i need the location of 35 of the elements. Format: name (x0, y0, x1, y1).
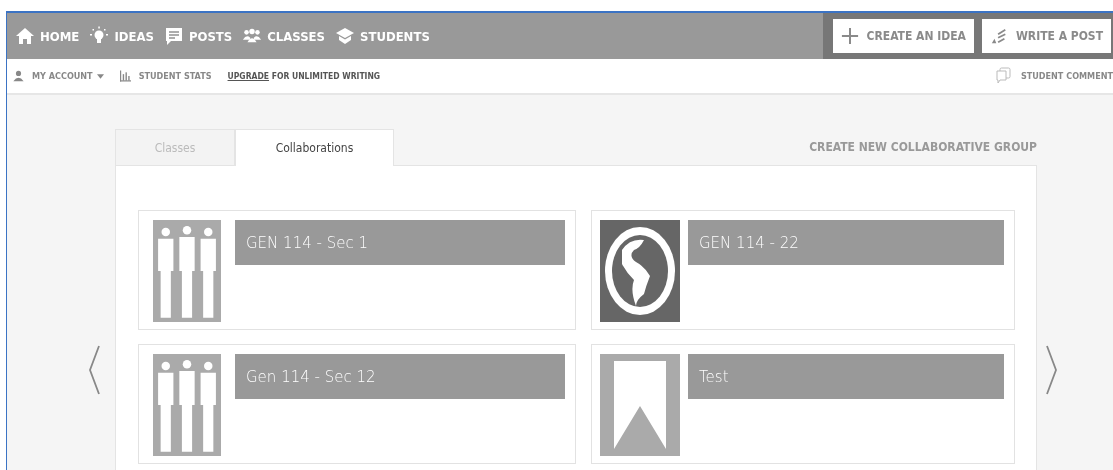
student-stats-link[interactable]: STUDENT STATS (138, 71, 212, 81)
group-card[interactable]: Gen 114 - Sec 12 (138, 344, 576, 464)
lightbulb-icon (89, 26, 110, 46)
pen-icon (989, 27, 1008, 45)
nav-link[interactable]: CLASSES (242, 26, 325, 46)
globe-icon (600, 220, 680, 322)
plus-icon (840, 27, 859, 45)
upgrade-text: FOR UNLIMITED WRITING (271, 71, 381, 81)
nav-link[interactable]: STUDENTS (335, 26, 430, 46)
group-title: Gen 114 - Sec 12 (235, 354, 565, 399)
bookmark-icon (600, 354, 680, 456)
student-comments-link[interactable]: STUDENT COMMENT (1020, 71, 1113, 81)
nav-link[interactable]: POSTS (163, 26, 233, 46)
comments-icon (994, 67, 1011, 85)
group-card[interactable]: GEN 114 - Sec 1 (138, 210, 576, 330)
nav-link[interactable]: IDEAS (89, 26, 154, 46)
group-card[interactable]: Test (591, 344, 1015, 464)
home-icon (15, 26, 35, 46)
group-card[interactable]: GEN 114 - 22 (591, 210, 1015, 330)
account-menu[interactable]: MY ACCOUNT (32, 71, 104, 81)
nav-link[interactable]: HOME (15, 26, 80, 46)
post-icon (163, 26, 184, 46)
tab[interactable]: Classes (115, 129, 235, 165)
bar-chart-icon (119, 70, 131, 82)
tab[interactable]: Collaborations (235, 129, 394, 166)
group-title: GEN 114 - 22 (688, 220, 1004, 265)
caret-icon (96, 73, 104, 79)
upgrade-link[interactable]: UPGRADE (227, 71, 270, 81)
graduation-cap-icon (335, 26, 355, 46)
create-group-link[interactable]: CREATE NEW COLLABORATIVE GROUP (809, 140, 1037, 154)
action-button[interactable]: CREATE AN IDEA (832, 19, 974, 53)
group-title: Test (688, 354, 1004, 399)
action-button[interactable]: WRITE A POST (981, 19, 1111, 53)
user-icon (13, 70, 24, 82)
group-title: GEN 114 - Sec 1 (235, 220, 565, 265)
